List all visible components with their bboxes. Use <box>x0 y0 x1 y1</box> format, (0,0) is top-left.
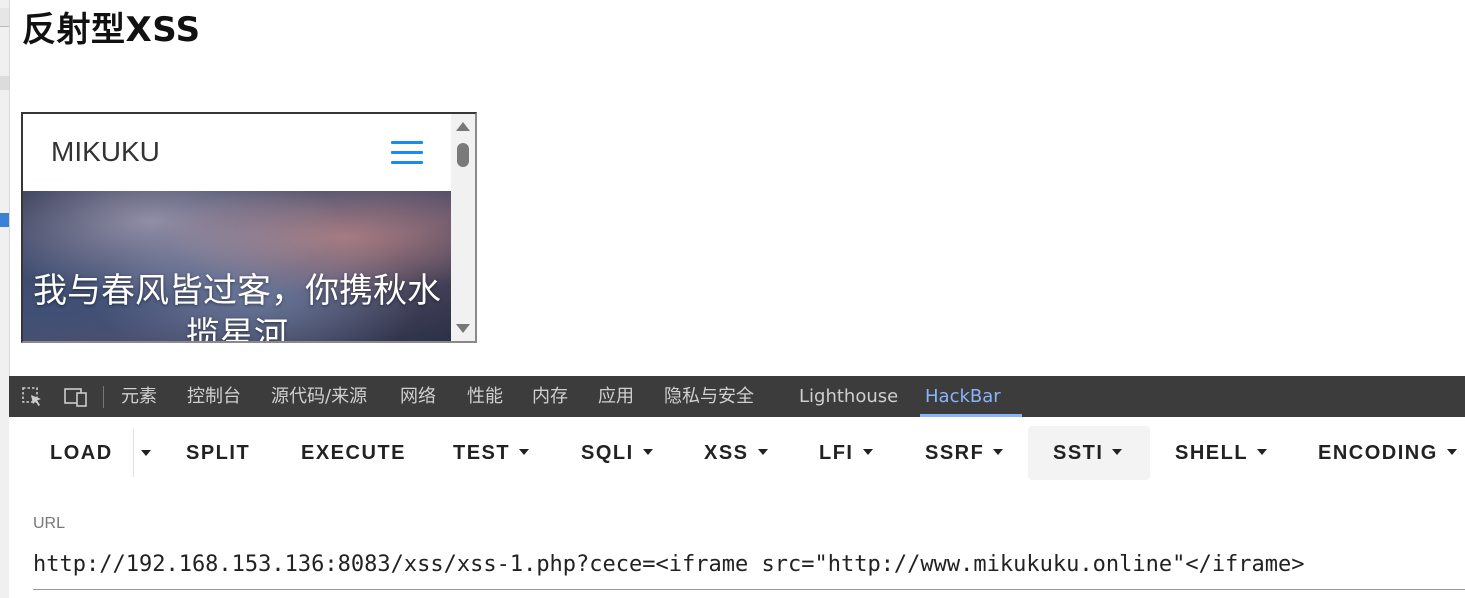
tab-console[interactable]: 控制台 <box>187 376 241 417</box>
caret-down-icon <box>642 448 653 455</box>
iframe-header: MIKUKU <box>23 114 451 191</box>
iframe-hero-image: 我与春风皆过客，你携秋水揽星河 <box>23 191 451 341</box>
split-button[interactable]: SPLIT <box>186 426 250 480</box>
tab-application[interactable]: 应用 <box>598 376 634 417</box>
iframe-brand[interactable]: MIKUKU <box>51 136 160 168</box>
tab-memory[interactable]: 内存 <box>532 376 568 417</box>
hackbar-panel: LOAD SPLIT EXECUTE TEST SQLI XSS LFI SSR… <box>9 417 1465 598</box>
tab-hackbar[interactable]: HackBar <box>925 376 1001 417</box>
xss-menu-button[interactable]: XSS <box>704 426 768 480</box>
test-menu-button[interactable]: TEST <box>453 426 530 480</box>
shell-menu-button[interactable]: SHELL <box>1175 426 1268 480</box>
caret-down-icon <box>862 448 873 455</box>
edge-tab <box>0 8 9 27</box>
url-label: URL <box>33 515 66 532</box>
encoding-menu-button[interactable]: ENCODING <box>1318 426 1457 480</box>
load-dropdown-caret-icon[interactable] <box>141 450 151 456</box>
device-toolbar-icon[interactable] <box>64 387 87 407</box>
edge-tab <box>0 213 9 227</box>
scroll-up-arrow-icon[interactable] <box>456 122 470 131</box>
page-title: 反射型XSS <box>22 10 201 50</box>
tab-lighthouse[interactable]: Lighthouse <box>799 376 898 417</box>
caret-down-icon <box>757 448 768 455</box>
tab-network[interactable]: 网络 <box>400 376 436 417</box>
caret-down-icon <box>1257 448 1268 455</box>
ssti-menu-button[interactable]: SSTI <box>1053 426 1123 480</box>
iframe-scrollbar[interactable] <box>451 114 475 341</box>
button-divider <box>133 429 134 477</box>
load-button[interactable]: LOAD <box>50 426 113 480</box>
caret-down-icon <box>1112 448 1123 455</box>
embedded-iframe[interactable]: MIKUKU 我与春风皆过客，你携秋水揽星河 <box>21 112 477 343</box>
inspect-element-icon[interactable] <box>22 387 42 406</box>
tab-sources[interactable]: 源代码/来源 <box>271 376 367 417</box>
devtools-tab-bar: 元素 控制台 源代码/来源 网络 性能 内存 应用 隐私与安全 Lighthou… <box>9 376 1465 417</box>
caret-down-icon <box>1446 448 1457 455</box>
edge-tab <box>0 76 9 90</box>
execute-button[interactable]: EXECUTE <box>301 426 406 480</box>
url-input[interactable]: http://192.168.153.136:8083/xss/xss-1.ph… <box>33 545 1465 590</box>
tab-privacy-security[interactable]: 隐私与安全 <box>664 376 754 417</box>
scroll-down-arrow-icon[interactable] <box>456 324 470 333</box>
tab-performance[interactable]: 性能 <box>467 376 503 417</box>
caret-down-icon <box>519 448 530 455</box>
scrollbar-thumb[interactable] <box>457 143 469 167</box>
toolbar-divider <box>103 386 104 408</box>
iframe-hero-text: 我与春风皆过客，你携秋水揽星河 <box>33 271 441 343</box>
lfi-menu-button[interactable]: LFI <box>819 426 873 480</box>
caret-down-icon <box>993 448 1004 455</box>
ssrf-menu-button[interactable]: SSRF <box>925 426 1004 480</box>
hamburger-menu-icon[interactable] <box>391 141 423 165</box>
tab-elements[interactable]: 元素 <box>121 376 157 417</box>
sqli-menu-button[interactable]: SQLI <box>581 426 653 480</box>
